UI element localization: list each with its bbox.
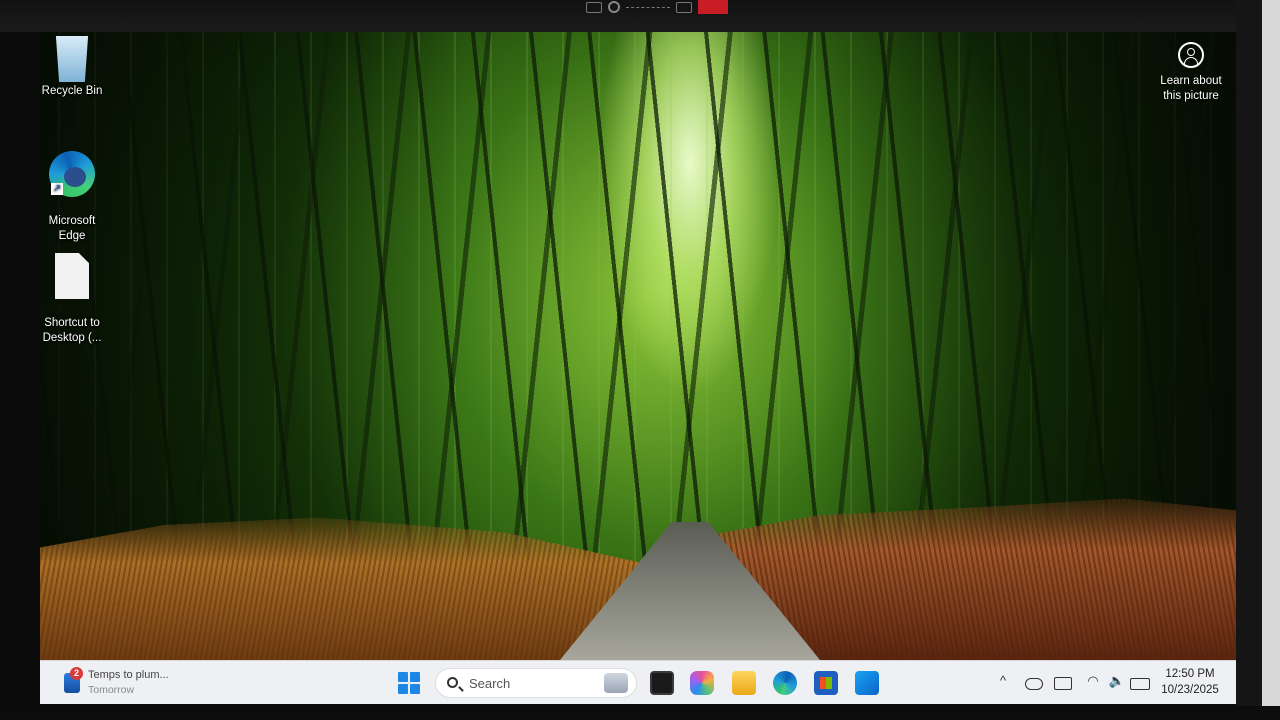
volume-icon[interactable]: 🔈 xyxy=(1108,673,1126,693)
laptop-bezel-right xyxy=(1236,0,1280,720)
shortcut-arrow-icon: ↗ xyxy=(51,183,63,195)
webcam-indicator xyxy=(698,0,728,14)
learn-about-picture-button[interactable]: Learn about this picture xyxy=(1150,42,1232,104)
folder-icon[interactable] xyxy=(732,671,756,695)
webcam-bar xyxy=(586,0,728,14)
edge-icon: ↗ xyxy=(49,151,95,197)
onedrive-icon[interactable] xyxy=(1025,673,1043,693)
recycle-bin-icon xyxy=(55,36,89,82)
store-icon[interactable] xyxy=(814,671,838,695)
copilot-icon[interactable] xyxy=(690,671,714,695)
start-pane xyxy=(398,684,408,694)
taskbar-search-box[interactable]: Search xyxy=(435,668,637,698)
weather-widget[interactable]: 2 Temps to plum... Tomorrow xyxy=(64,667,224,699)
notification-badge: 2 xyxy=(70,667,83,680)
clock-time: 12:50 PM xyxy=(1165,668,1215,680)
camera-divider xyxy=(626,6,670,8)
outlook-icon[interactable] xyxy=(855,671,879,695)
clock-date: 10/23/2025 xyxy=(1161,684,1219,696)
camera-icon xyxy=(676,1,692,13)
file-shortcut-icon xyxy=(55,253,89,299)
start-pane xyxy=(410,672,420,682)
learn-about-label: Learn about this picture xyxy=(1160,75,1222,102)
desktop-icon-label: Recycle Bin xyxy=(41,85,103,97)
laptop-bezel-bottom xyxy=(0,706,1280,720)
wifi-icon[interactable]: ◠ xyxy=(1084,673,1102,693)
terminal-icon[interactable] xyxy=(650,671,674,695)
search-highlight-icon xyxy=(604,673,628,693)
start-pane xyxy=(398,672,408,682)
desktop-icon-label: Shortcut to Desktop (... xyxy=(42,317,102,344)
webcam-lens-icon xyxy=(608,1,620,13)
camera-icon xyxy=(586,1,602,13)
desktop-icon-recycle-bin[interactable]: Recycle Bin xyxy=(34,36,110,99)
keyboard-icon[interactable] xyxy=(1054,673,1072,693)
search-placeholder: Search xyxy=(469,676,511,691)
windows-start-icon[interactable] xyxy=(398,672,420,694)
search-icon xyxy=(447,677,458,688)
desktop-icon-shortcut-desktop[interactable]: Shortcut to Desktop (... xyxy=(34,238,110,361)
weather-subtitle: Tomorrow xyxy=(88,684,135,696)
taskbar: 2 Temps to plum... Tomorrow Search ^ ◠ 🔈… xyxy=(40,660,1236,704)
taskbar-clock[interactable]: 12:50 PM 10/23/2025 xyxy=(1156,666,1224,698)
camera-info-icon xyxy=(1178,42,1204,68)
chevron-up-icon[interactable]: ^ xyxy=(995,673,1011,693)
desktop-wallpaper[interactable] xyxy=(40,32,1236,660)
start-pane xyxy=(410,684,420,694)
edge-icon[interactable] xyxy=(773,671,797,695)
battery-icon[interactable] xyxy=(1130,673,1152,693)
weather-title: Temps to plum... xyxy=(88,669,169,681)
